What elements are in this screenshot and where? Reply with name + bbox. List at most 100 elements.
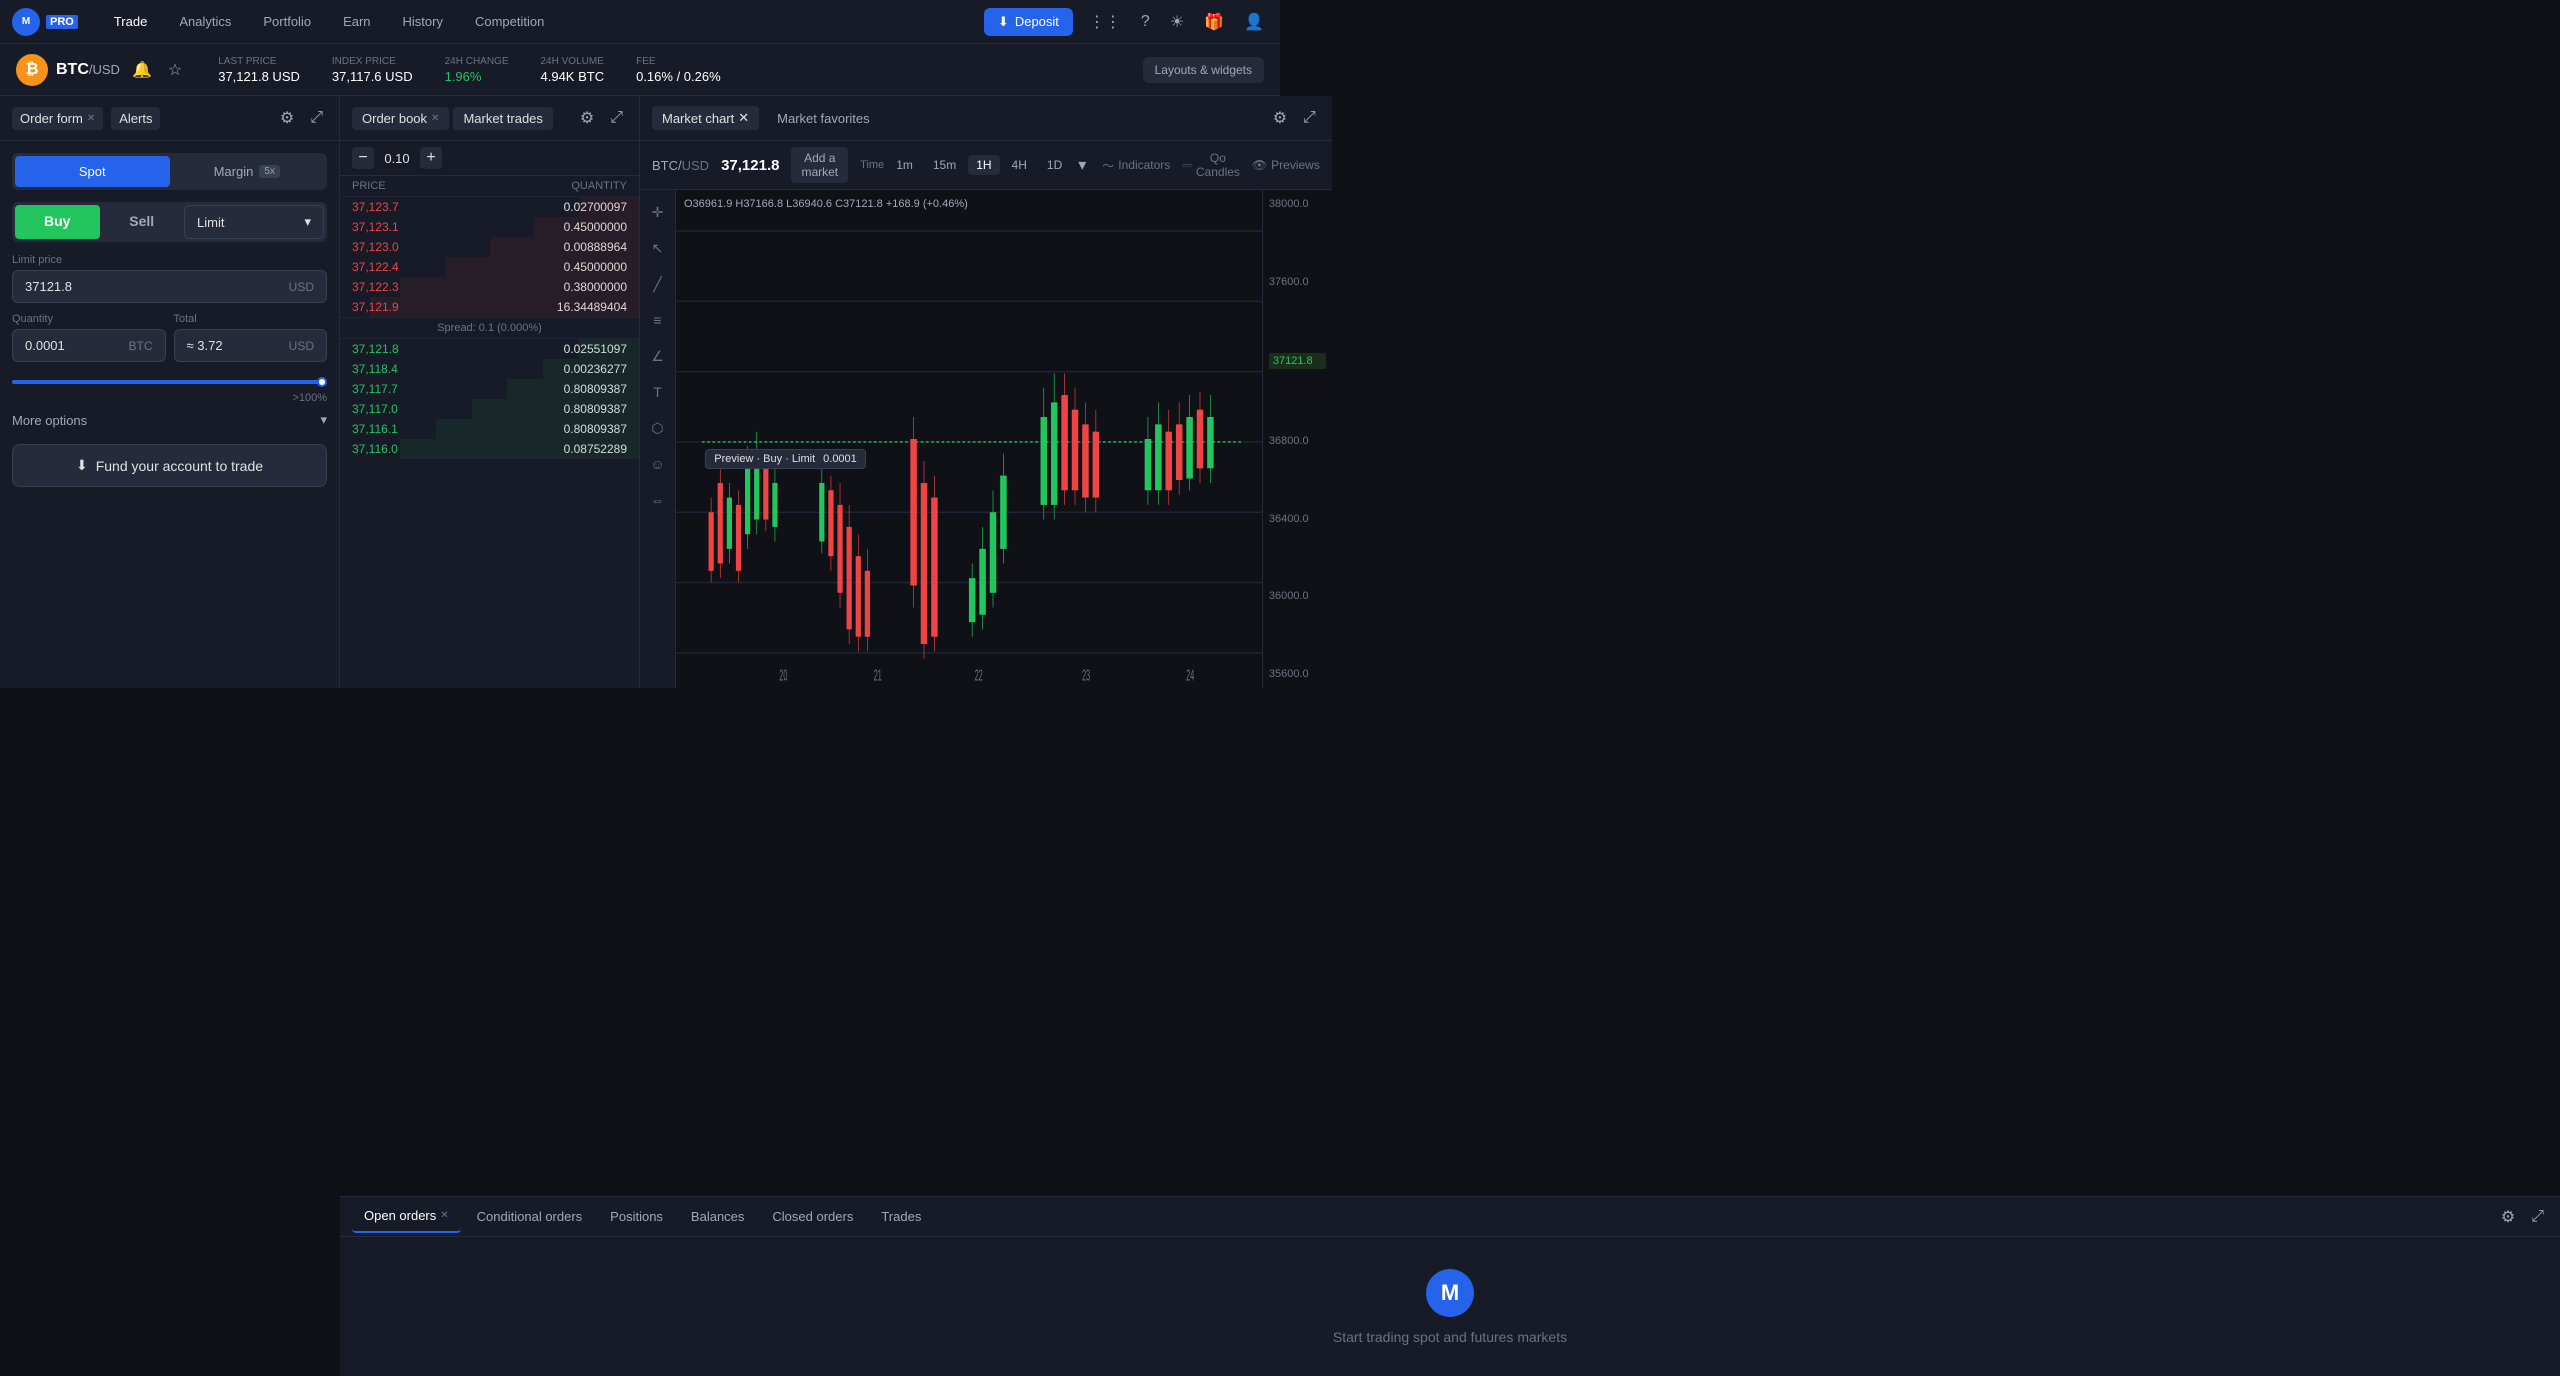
limit-price-label: Limit price	[12, 254, 327, 266]
quantity-input[interactable]: 0.0001 BTC	[12, 329, 166, 362]
layouts-button[interactable]: Layouts & widgets	[1143, 57, 1264, 83]
bottom-expand-icon[interactable]: ⤢	[2527, 1203, 2548, 1231]
bid-row[interactable]: 37,117.7 0.80809387	[340, 379, 639, 399]
emoji-tool[interactable]: ☺	[644, 450, 672, 478]
qty-minus-button[interactable]: −	[352, 147, 374, 169]
previews-button[interactable]: 👁 Previews	[1252, 158, 1320, 172]
order-form-tab[interactable]: Order form ✕	[12, 107, 103, 130]
conditional-orders-tab[interactable]: Conditional orders	[465, 1201, 595, 1232]
orderbook-close[interactable]: ✕	[431, 113, 439, 124]
market-favorites-tab[interactable]: Market favorites	[767, 107, 879, 130]
margin-label: Margin	[214, 164, 254, 179]
bottom-settings-icon[interactable]: ⚙	[2497, 1203, 2519, 1231]
text-tool[interactable]: T	[644, 378, 672, 406]
symbol-btc: BTC	[56, 61, 89, 78]
chart-close[interactable]: ✕	[738, 110, 749, 126]
bell-icon-button[interactable]: 🔔	[128, 56, 156, 84]
balances-tab[interactable]: Balances	[679, 1201, 756, 1232]
ob-settings-icon[interactable]: ⚙	[576, 104, 598, 132]
line-tool[interactable]: ╱	[644, 270, 672, 298]
closed-orders-tab[interactable]: Closed orders	[760, 1201, 865, 1232]
help-icon-button[interactable]: ?	[1137, 9, 1154, 35]
settings-icon-button[interactable]: ⚙	[276, 104, 298, 132]
order-form-close[interactable]: ✕	[87, 113, 95, 124]
time-label: Time	[860, 159, 884, 171]
ask-row[interactable]: 37,123.7 0.02700097	[340, 197, 639, 217]
nav-analytics[interactable]: Analytics	[167, 8, 243, 35]
nav-portfolio[interactable]: Portfolio	[251, 8, 323, 35]
deposit-label: Deposit	[1015, 14, 1059, 29]
market-chart-tab[interactable]: Market chart ✕	[652, 106, 759, 130]
ask-row[interactable]: 37,122.3 0.38000000	[340, 277, 639, 297]
cursor-tool[interactable]: ↖	[644, 234, 672, 262]
nav-history[interactable]: History	[391, 8, 455, 35]
bid-row[interactable]: 37,116.0 0.08752289	[340, 439, 639, 459]
volume-label: 24H VOLUME	[541, 56, 605, 67]
alerts-tab[interactable]: Alerts	[111, 107, 160, 130]
trades-tab[interactable]: Trades	[869, 1201, 933, 1232]
time-more-icon[interactable]: ▾	[1074, 151, 1090, 179]
qty-plus-button[interactable]: +	[420, 147, 442, 169]
open-orders-close[interactable]: ✕	[440, 1210, 448, 1221]
ask-row[interactable]: 37,123.0 0.00888964	[340, 237, 639, 257]
chart-canvas[interactable]: O36961.9 H37166.8 L36940.6 C37121.8 +168…	[676, 190, 1262, 688]
crosshair-tool[interactable]: ✛	[644, 198, 672, 226]
logo[interactable]: M PRO	[12, 8, 78, 36]
time-1h[interactable]: 1H	[968, 155, 999, 175]
bid-row[interactable]: 37,121.8 0.02551097	[340, 339, 639, 359]
ask-row[interactable]: 37,123.1 0.45000000	[340, 217, 639, 237]
time-15m[interactable]: 15m	[925, 155, 964, 175]
deposit-button[interactable]: ⬇ Deposit	[984, 8, 1073, 36]
nav-trade[interactable]: Trade	[102, 8, 159, 35]
margin-tab[interactable]: Margin 5x	[170, 156, 325, 187]
fee-stat: FEE 0.16% / 0.26%	[636, 56, 721, 84]
candles-button[interactable]: ⎓ Qo Candles	[1182, 151, 1240, 179]
time-1d[interactable]: 1D	[1039, 155, 1070, 175]
bids-container: 37,121.8 0.02551097 37,118.4 0.00236277 …	[340, 339, 639, 459]
nav-competition[interactable]: Competition	[463, 8, 556, 35]
theme-icon-button[interactable]: ☀	[1166, 8, 1188, 36]
order-book-tab[interactable]: Order book ✕	[352, 107, 449, 130]
bid-row[interactable]: 37,117.0 0.80809387	[340, 399, 639, 419]
volume-value: 4.94K BTC	[541, 69, 605, 84]
angle-tool[interactable]: ∠	[644, 342, 672, 370]
nav-earn[interactable]: Earn	[331, 8, 382, 35]
order-progress-bar[interactable]	[12, 380, 327, 384]
star-icon-button[interactable]: ☆	[164, 56, 186, 84]
lines-tool[interactable]: ≡	[644, 306, 672, 334]
ticker-symbol[interactable]: ₿ BTC/USD 🔔 ☆	[16, 54, 186, 86]
qty-header: QUANTITY	[571, 180, 627, 192]
positions-tab[interactable]: Positions	[598, 1201, 675, 1232]
ob-expand-icon[interactable]: ⤢	[606, 104, 627, 132]
time-4h[interactable]: 4H	[1004, 155, 1035, 175]
chart-settings-icon[interactable]: ⚙	[1269, 104, 1291, 132]
change-label: 24H CHANGE	[445, 56, 509, 67]
open-orders-tab[interactable]: Open orders ✕	[352, 1200, 461, 1233]
total-input[interactable]: ≈ 3.72 USD	[174, 329, 328, 362]
spot-tab[interactable]: Spot	[15, 156, 170, 187]
gift-icon-button[interactable]: 🎁	[1200, 8, 1228, 36]
chart-symbol: BTC/USD	[652, 158, 709, 173]
bid-row[interactable]: 37,116.1 0.80809387	[340, 419, 639, 439]
bid-row[interactable]: 37,118.4 0.00236277	[340, 359, 639, 379]
bid-price: 37,117.7	[352, 382, 398, 396]
market-trades-tab[interactable]: Market trades	[453, 107, 552, 130]
node-tool[interactable]: ⬡	[644, 414, 672, 442]
measure-tool[interactable]: ⇔	[644, 486, 672, 514]
expand-icon-button[interactable]: ⤢	[306, 104, 327, 132]
profile-icon-button[interactable]: 👤	[1240, 8, 1268, 36]
add-market-button[interactable]: Add a market	[791, 147, 848, 183]
bottom-icons: ⚙ ⤢	[2497, 1203, 2548, 1231]
sell-tab[interactable]: Sell	[100, 205, 185, 239]
limit-select[interactable]: Limit ▾	[184, 205, 324, 239]
indicators-button[interactable]: 〜 Indicators	[1102, 157, 1170, 174]
limit-price-input[interactable]: 37121.8 USD	[12, 270, 327, 303]
buy-tab[interactable]: Buy	[15, 205, 100, 239]
fund-account-button[interactable]: ⬇ Fund your account to trade	[12, 444, 327, 487]
ask-row[interactable]: 37,122.4 0.45000000	[340, 257, 639, 277]
ask-row[interactable]: 37,121.9 16.34489404	[340, 297, 639, 317]
more-options-toggle[interactable]: More options ▾	[12, 404, 327, 436]
time-1m[interactable]: 1m	[888, 155, 921, 175]
chart-expand-icon[interactable]: ⤢	[1299, 104, 1320, 132]
grid-icon-button[interactable]: ⋮⋮	[1085, 8, 1125, 36]
